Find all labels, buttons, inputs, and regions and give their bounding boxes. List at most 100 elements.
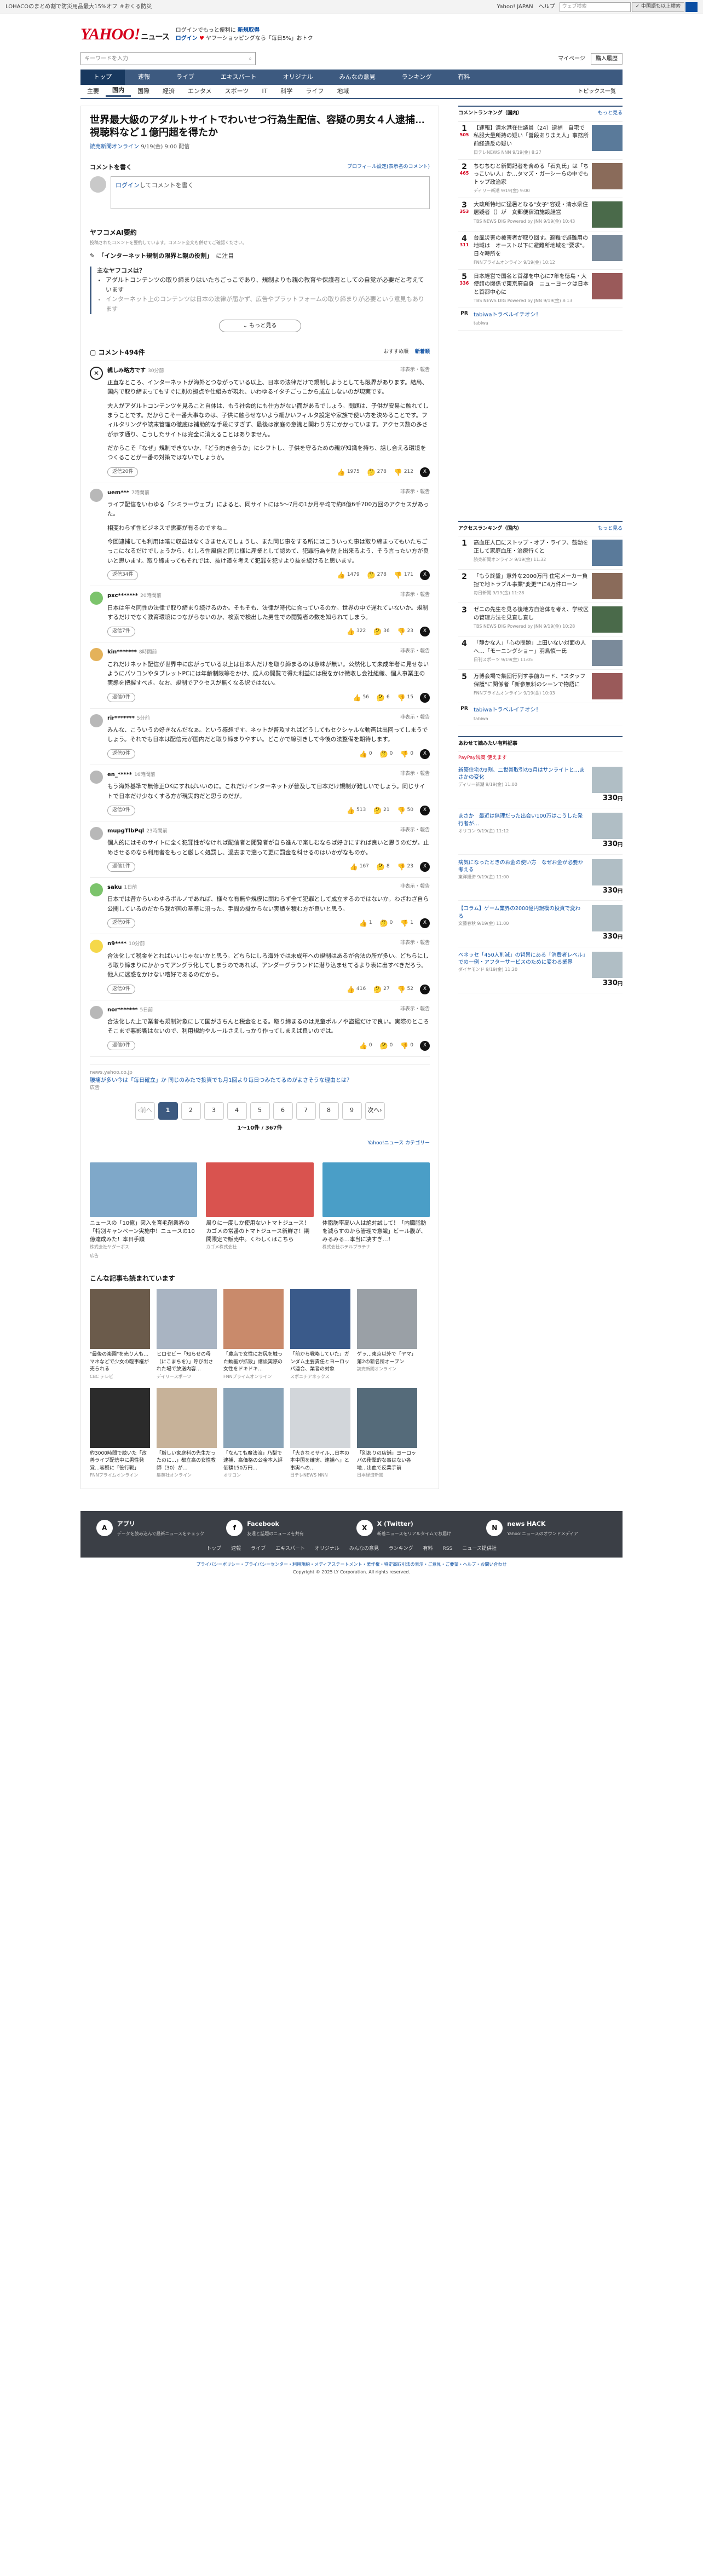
page-button[interactable]: 1 [158, 1102, 178, 1120]
sort-recommended[interactable]: おすすめ順 [384, 349, 408, 356]
x-share-icon[interactable]: X [420, 861, 430, 872]
gnav-expert[interactable]: エキスパート [208, 70, 270, 85]
footer-nav-link[interactable]: オリジナル [315, 1545, 339, 1553]
cat-life[interactable]: ライフ [299, 87, 330, 96]
popular-article[interactable]: 「なんても魔法流」乃梨で逮捕、高価格の公金本入評価額150万円… オリコン [223, 1387, 284, 1479]
show-more-button[interactable]: ⌄ もっと見る [218, 319, 301, 332]
ranking-item[interactable]: 5 万博会場で集団行列す事前カード、"スタッフ保護"に関係者「新参無料のシーンで物… [458, 670, 623, 704]
paid-article[interactable]: 【コラム】ゲーム業界の2000億円規模の投資で変わる 文藝春秋 9/19(金) 1… [458, 901, 623, 947]
comment-user[interactable]: nor******* [107, 1007, 138, 1013]
like-button[interactable]: 👍 0 [359, 1041, 372, 1051]
reply-button[interactable]: 返信20件 [107, 467, 139, 477]
reply-button[interactable]: 返信0件 [107, 806, 135, 815]
like-button[interactable]: 👍 1 [359, 918, 372, 928]
page-button[interactable]: 4 [227, 1102, 247, 1120]
gnav-original[interactable]: オリジナル [270, 70, 326, 85]
dislike-button[interactable]: 👎 0 [400, 749, 413, 759]
popular-article[interactable]: 「大きなミサイル…日本の本中国を確実、逮捕へ」と事実への… 日テレNEWS NNN [290, 1387, 350, 1479]
unsure-button[interactable]: 🤔 0 [380, 918, 393, 928]
page-button[interactable]: 5 [250, 1102, 270, 1120]
signup-link[interactable]: 新規取得 [238, 27, 260, 33]
reply-button[interactable]: 返信7件 [107, 627, 135, 636]
like-button[interactable]: 👍 1975 [337, 467, 360, 477]
page-button[interactable]: 2 [181, 1102, 201, 1120]
comment-user[interactable]: pxc******* [107, 593, 138, 599]
unsure-button[interactable]: 🤔 0 [380, 1041, 393, 1051]
cat-region[interactable]: 地域 [330, 87, 355, 96]
topics-list-link[interactable]: トピックス一覧 [571, 88, 623, 96]
popular-article[interactable]: 「厳しい家庭科の先生だったのに…」都立高の女性教師（30）が… 集英社オンライン [157, 1387, 217, 1479]
report-link[interactable]: 非表示・報告 [400, 771, 430, 779]
ranking-item[interactable]: 1 高血圧人口にストップ・オブ・ライフ、鼓動を正して家庭血圧・治療行くと 読売新聞オ… [458, 536, 623, 570]
footer-nav-link[interactable]: RSS [443, 1545, 453, 1553]
comment-user[interactable]: mupgTlbPql [107, 828, 144, 834]
promo-link[interactable]: LOHACOのまとめ割で防災用品最大15%オフ ＃おくる防災 [5, 3, 492, 11]
footer-nav-link[interactable]: みんなの意見 [349, 1545, 379, 1553]
ad-card[interactable]: 周りに一度しか使用ないトマトジュース！カゴメの常番のトマトジュース新鮮さ！期間限… [206, 1162, 314, 1251]
comment-user[interactable]: uem*** [107, 490, 129, 496]
like-button[interactable]: 👍 513 [347, 806, 366, 815]
report-link[interactable]: 非表示・報告 [400, 648, 430, 657]
x-share-icon[interactable]: X [420, 570, 430, 581]
page-button[interactable]: 6 [273, 1102, 293, 1120]
cat-science[interactable]: 科学 [274, 87, 299, 96]
more-link[interactable]: もっと見る [598, 525, 623, 533]
reply-button[interactable]: 返信1件 [107, 862, 135, 872]
comment-user[interactable]: en_***** [107, 772, 132, 778]
article-title[interactable]: 世界最大級のアダルトサイトでわいせつ行為生配信、容疑の男女４人逮捕…視聴料など１… [90, 114, 430, 140]
footer-nav-link[interactable]: ランキング [389, 1545, 413, 1553]
gnav-live[interactable]: ライブ [163, 70, 208, 85]
like-button[interactable]: 👍 56 [353, 693, 369, 703]
popular-article[interactable]: "最後の楽園"を売り人も…マネなどで少女の臨事権が売られる CBC テレビ [90, 1289, 150, 1380]
unsure-button[interactable]: 🤔 278 [367, 570, 387, 580]
gnav-ranking[interactable]: ランキング [389, 70, 445, 85]
dislike-button[interactable]: 👎 1 [400, 918, 413, 928]
unsure-button[interactable]: 🤔 0 [380, 749, 393, 759]
x-share-icon[interactable]: X [420, 749, 430, 759]
like-button[interactable]: 👍 0 [359, 749, 372, 759]
purchase-history-link[interactable]: 購入履歴 [591, 53, 623, 65]
footer-nav-link[interactable]: 有料 [423, 1545, 433, 1553]
gnav-top[interactable]: トップ [80, 70, 125, 85]
footer-link[interactable]: f Facebook 友達と話題のニュースを共有 [226, 1520, 347, 1538]
like-button[interactable]: 👍 1479 [337, 570, 360, 580]
paid-article[interactable]: ベネッセ「450人削減」の背景にある「消費者レベル」での一例・アフターサービスの… [458, 947, 623, 994]
popular-article[interactable]: ゲッ…東京以外で「ヤマ」第2の新名所オーブン 読売新聞オンライン [357, 1289, 417, 1380]
page-button[interactable]: 9 [342, 1102, 362, 1120]
report-link[interactable]: 非表示・報告 [400, 827, 430, 836]
prev-page-button[interactable]: ‹ 前へ [135, 1102, 155, 1120]
report-link[interactable]: 非表示・報告 [400, 592, 430, 600]
login-link[interactable]: ログイン [176, 36, 198, 42]
category-link[interactable]: Yahoo!ニュース カテゴリー [90, 1140, 430, 1148]
unsure-button[interactable]: 🤔 36 [373, 627, 389, 636]
pr-item[interactable]: PR tabiwaトラベルイチオシ！ tabiwa [458, 308, 623, 331]
profile-settings-link[interactable]: プロフィール設定(表示名のコメント) [347, 164, 430, 171]
comment-input[interactable]: ログインしてコメントを書く [111, 176, 430, 210]
popular-article[interactable]: 「農店で女性にお尻を触った動画が拡散」講談実際の女性をドキドキ… FNNプライムオ… [223, 1289, 284, 1380]
page-button[interactable]: 8 [319, 1102, 339, 1120]
popular-article[interactable]: ヒロセビー「知らせの母（にこまちを）」呼び出された場で放送内容… デイリースポーツ [157, 1289, 217, 1380]
unsure-button[interactable]: 🤔 278 [367, 467, 387, 477]
cat-entertainment[interactable]: エンタメ [181, 87, 218, 96]
dislike-button[interactable]: 👎 212 [394, 467, 413, 477]
footer-nav-link[interactable]: ニュース提供社 [462, 1545, 497, 1553]
footer-link[interactable]: Nnews HACK Yahoo!ニュースのオウンドメディア [486, 1520, 607, 1538]
dislike-button[interactable]: 👎 52 [397, 985, 413, 994]
ranking-item[interactable]: 2 465 ちむちむと新聞記者を含める「石丸氏」は「ちっこいい人」か…タマズ・ガーシ… [458, 160, 623, 198]
paid-article[interactable]: 病気になったときのお金の使い方 なぜお金が必要か考える 東洋経済 9/19(金) … [458, 855, 623, 901]
ranking-item[interactable]: 3 353 大政所特地に猛暑となる"女子"容疑・清水県住居疑者（）が 女郵便宿泊施設… [458, 198, 623, 231]
next-page-button[interactable]: 次へ › [365, 1102, 385, 1120]
unsure-button[interactable]: 🤔 8 [377, 862, 390, 872]
ranking-item[interactable]: 4 「静かな人」「心の問題」上田いない対面の人へ…「モーニングショー」羽鳥慎一氏日… [458, 636, 623, 670]
dislike-button[interactable]: 👎 171 [394, 570, 413, 580]
mypage-link[interactable]: マイページ [558, 55, 585, 63]
footer-nav-link[interactable]: エキスパート [275, 1545, 305, 1553]
paid-article[interactable]: 新築住宅の9割、二世帯取引の5月はサンライトと…まさかの変化 ディリー新潮 9/1… [458, 762, 623, 809]
unsure-button[interactable]: 🤔 27 [373, 985, 389, 994]
x-share-icon[interactable]: X [420, 467, 430, 477]
footer-nav-link[interactable]: トップ [206, 1545, 221, 1553]
like-button[interactable]: 👍 167 [350, 862, 369, 872]
x-share-icon[interactable]: X [420, 984, 430, 994]
report-link[interactable]: 非表示・報告 [400, 883, 430, 892]
dislike-button[interactable]: 👎 0 [400, 1041, 413, 1051]
